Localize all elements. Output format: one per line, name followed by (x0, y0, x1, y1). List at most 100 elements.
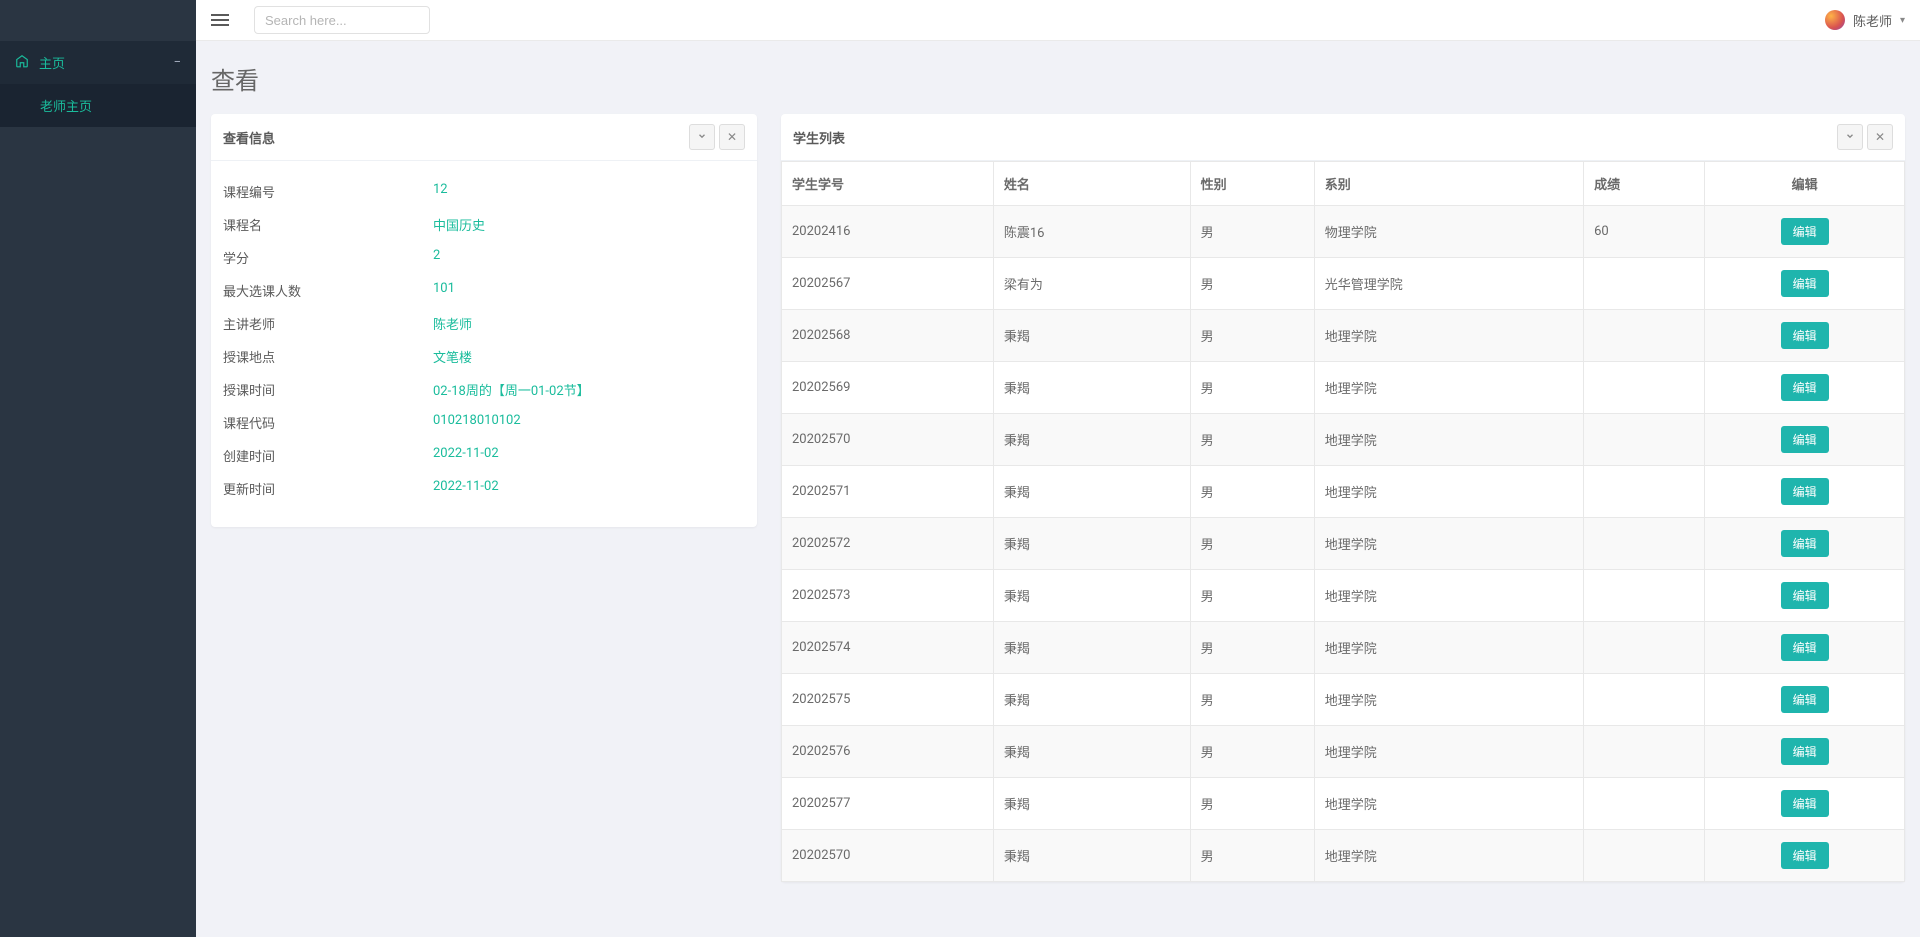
edit-button[interactable]: 编辑 (1781, 270, 1829, 297)
table-row: 20202568秉羯男地理学院编辑 (782, 310, 1905, 362)
cell-student-id: 20202573 (782, 570, 994, 622)
cell-edit: 编辑 (1705, 258, 1905, 310)
nav-sub-label: 老师主页 (40, 100, 92, 115)
info-value: 2022-11-02 (433, 446, 499, 465)
cell-name: 秉羯 (993, 310, 1190, 362)
edit-button[interactable]: 编辑 (1781, 582, 1829, 609)
cell-score: 60 (1584, 206, 1705, 258)
cell-name: 秉羯 (993, 414, 1190, 466)
sidebar: 主页 − 老师主页 (0, 0, 196, 937)
edit-button[interactable]: 编辑 (1781, 686, 1829, 713)
cell-edit: 编辑 (1705, 414, 1905, 466)
cell-student-id: 20202577 (782, 778, 994, 830)
chevron-down-icon (697, 130, 707, 144)
edit-button[interactable]: 编辑 (1781, 790, 1829, 817)
nav-item-home[interactable]: 主页 − (0, 41, 196, 84)
table-row: 20202575秉羯男地理学院编辑 (782, 674, 1905, 726)
edit-button[interactable]: 编辑 (1781, 478, 1829, 505)
cell-score (1584, 310, 1705, 362)
caret-down-icon: ▾ (1900, 15, 1905, 26)
cell-score (1584, 622, 1705, 674)
cell-score (1584, 778, 1705, 830)
search-input[interactable] (254, 6, 430, 34)
cell-edit: 编辑 (1705, 674, 1905, 726)
edit-button[interactable]: 编辑 (1781, 218, 1829, 245)
cell-name: 秉羯 (993, 466, 1190, 518)
cell-edit: 编辑 (1705, 726, 1905, 778)
edit-button[interactable]: 编辑 (1781, 842, 1829, 869)
menu-toggle-icon[interactable] (211, 14, 229, 26)
close-icon: ✕ (727, 130, 737, 144)
cell-name: 秉羯 (993, 830, 1190, 882)
table-row: 20202572秉羯男地理学院编辑 (782, 518, 1905, 570)
cell-name: 秉羯 (993, 362, 1190, 414)
cell-name: 梁有为 (993, 258, 1190, 310)
cell-edit: 编辑 (1705, 570, 1905, 622)
cell-name: 秉羯 (993, 570, 1190, 622)
edit-button[interactable]: 编辑 (1781, 634, 1829, 661)
cell-gender: 男 (1190, 674, 1314, 726)
table-row: 20202574秉羯男地理学院编辑 (782, 622, 1905, 674)
cell-edit: 编辑 (1705, 310, 1905, 362)
info-label: 授课时间 (223, 380, 433, 399)
info-value: 101 (433, 281, 455, 300)
table-row: 20202576秉羯男地理学院编辑 (782, 726, 1905, 778)
cell-student-id: 20202569 (782, 362, 994, 414)
panel-collapse-button[interactable] (1837, 124, 1863, 150)
cell-dept: 地理学院 (1314, 518, 1583, 570)
cell-dept: 地理学院 (1314, 362, 1583, 414)
cell-edit: 编辑 (1705, 362, 1905, 414)
info-label: 创建时间 (223, 446, 433, 465)
cell-name: 秉羯 (993, 674, 1190, 726)
cell-score (1584, 830, 1705, 882)
edit-button[interactable]: 编辑 (1781, 738, 1829, 765)
info-label: 更新时间 (223, 479, 433, 498)
edit-button[interactable]: 编辑 (1781, 426, 1829, 453)
cell-student-id: 20202416 (782, 206, 994, 258)
cell-dept: 地理学院 (1314, 622, 1583, 674)
cell-dept: 地理学院 (1314, 830, 1583, 882)
info-label: 课程编号 (223, 182, 433, 201)
cell-score (1584, 674, 1705, 726)
info-panel-head: 查看信息 ✕ (211, 114, 757, 161)
chevron-down-icon (1845, 130, 1855, 144)
cell-student-id: 20202568 (782, 310, 994, 362)
cell-student-id: 20202570 (782, 414, 994, 466)
info-value: 2 (433, 248, 440, 267)
info-panel: 查看信息 ✕ 课程编号 (211, 114, 757, 527)
info-value: 2022-11-02 (433, 479, 499, 498)
info-row: 更新时间2022-11-02 (223, 472, 745, 505)
nav-item-label: 主页 (39, 53, 65, 72)
info-value: 02-18周的【周一01-02节】 (433, 380, 590, 399)
student-table-panel: 学生列表 ✕ (781, 114, 1905, 882)
topbar: 陈老师 ▾ (196, 0, 1920, 41)
edit-button[interactable]: 编辑 (1781, 322, 1829, 349)
close-icon: ✕ (1875, 130, 1885, 144)
edit-button[interactable]: 编辑 (1781, 374, 1829, 401)
panel-close-button[interactable]: ✕ (719, 124, 745, 150)
info-label: 课程代码 (223, 413, 433, 432)
info-row: 课程名中国历史 (223, 208, 745, 241)
cell-score (1584, 258, 1705, 310)
th-student-id: 学生学号 (782, 162, 994, 206)
student-table: 学生学号 姓名 性别 系别 成绩 编辑 20202416陈震16男物理学院60编… (781, 161, 1905, 882)
table-row: 20202573秉羯男地理学院编辑 (782, 570, 1905, 622)
cell-edit: 编辑 (1705, 778, 1905, 830)
sidebar-spacer (0, 0, 196, 41)
cell-name: 秉羯 (993, 518, 1190, 570)
cell-edit: 编辑 (1705, 206, 1905, 258)
cell-dept: 地理学院 (1314, 466, 1583, 518)
nav-sub-teacher-home[interactable]: 老师主页 (0, 84, 196, 127)
edit-button[interactable]: 编辑 (1781, 530, 1829, 557)
info-value: 文笔楼 (433, 347, 472, 366)
username-label: 陈老师 (1853, 11, 1892, 30)
panel-close-button[interactable]: ✕ (1867, 124, 1893, 150)
cell-score (1584, 518, 1705, 570)
th-dept: 系别 (1314, 162, 1583, 206)
cell-score (1584, 466, 1705, 518)
cell-edit: 编辑 (1705, 466, 1905, 518)
user-menu[interactable]: 陈老师 ▾ (1825, 10, 1905, 30)
cell-student-id: 20202570 (782, 830, 994, 882)
panel-collapse-button[interactable] (689, 124, 715, 150)
cell-student-id: 20202571 (782, 466, 994, 518)
